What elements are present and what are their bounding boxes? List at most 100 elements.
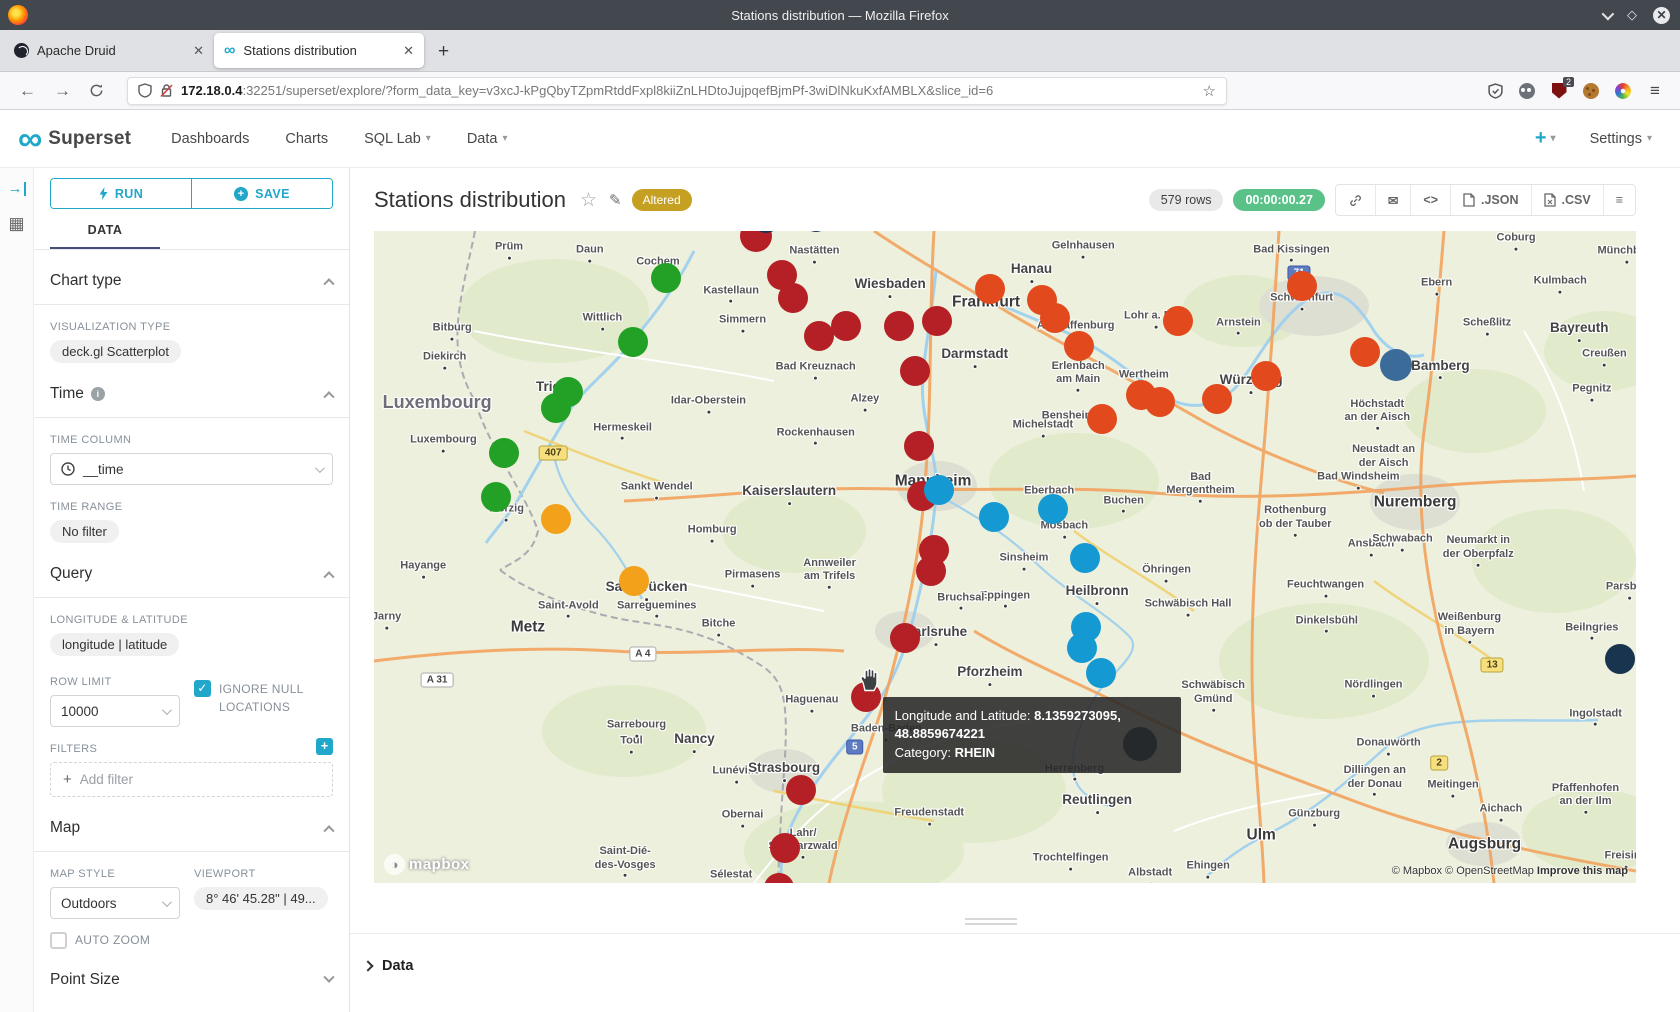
map-data-point-red[interactable] (778, 283, 808, 313)
lonlat-value[interactable]: longitude | latitude (50, 633, 179, 656)
bookmark-star-icon[interactable]: ☆ (1203, 82, 1216, 100)
panel-resize-handle[interactable] (965, 918, 1017, 928)
embed-code-button[interactable]: <> (1411, 185, 1451, 215)
map-data-point-navy[interactable] (1605, 644, 1635, 674)
deckgl-map[interactable]: PrümDaunCochemNastättenKastellaunWiesbad… (374, 231, 1636, 883)
more-options-button[interactable]: ≡ (1604, 185, 1635, 215)
back-button[interactable]: ← (19, 81, 36, 101)
pinwheel-extension-icon[interactable] (1614, 82, 1632, 100)
save-button[interactable]: + SAVE (192, 179, 332, 208)
auto-zoom-checkbox[interactable] (50, 932, 67, 949)
map-data-point-red[interactable] (804, 321, 834, 351)
window-maximize-icon[interactable]: ◇ (1627, 7, 1637, 23)
map-data-point-red[interactable] (890, 623, 920, 653)
map-data-point-orange[interactable] (619, 566, 649, 596)
reload-button[interactable] (89, 83, 104, 98)
row-limit-select[interactable]: 10000 (50, 695, 180, 727)
map-style-select[interactable]: Outdoors (50, 887, 180, 919)
email-share-button[interactable]: ✉ (1376, 185, 1411, 215)
map-data-point-cyan[interactable] (979, 502, 1009, 532)
viewport-value[interactable]: 8° 46' 45.28" | 49... (194, 887, 328, 910)
mapbox-attribution-link[interactable]: © Mapbox (1392, 865, 1445, 877)
export-json-button[interactable]: .JSON (1451, 185, 1532, 215)
new-chart-plus-button[interactable]: +▾ (1535, 127, 1556, 150)
tab-apache-druid[interactable]: Apache Druid ✕ (4, 33, 214, 68)
window-minimize-icon[interactable] (1602, 7, 1615, 20)
new-tab-button[interactable]: + (438, 41, 449, 63)
map-data-point-cyan[interactable] (1067, 633, 1097, 663)
map-data-point-orangered[interactable] (1163, 306, 1193, 336)
osm-attribution-link[interactable]: © OpenStreetMap (1445, 865, 1537, 877)
map-data-point-orangered[interactable] (1202, 384, 1232, 414)
window-close-icon[interactable]: ✕ (1653, 7, 1670, 24)
map-data-point-green[interactable] (541, 393, 571, 423)
map-data-point-orangered[interactable] (1064, 331, 1094, 361)
data-results-panel[interactable]: Data (350, 933, 1680, 1012)
map-data-point-cyan[interactable] (1038, 494, 1068, 524)
url-bar[interactable]: 172.18.0.4:32251/superset/explore/?form_… (127, 77, 1227, 105)
map-data-point-orange[interactable] (541, 504, 571, 534)
edit-properties-icon[interactable]: ✎ (609, 191, 622, 209)
nav-dashboards[interactable]: Dashboards (171, 131, 249, 147)
map-data-point-red[interactable] (770, 833, 800, 863)
map-data-point-green[interactable] (618, 327, 648, 357)
map-data-point-orangered[interactable] (1350, 337, 1380, 367)
map-data-point-green[interactable] (651, 263, 681, 293)
map-data-point-red[interactable] (831, 311, 861, 341)
mapbox-logo[interactable]: ◑ mapbox (384, 854, 470, 875)
map-data-point-cyan[interactable] (1086, 658, 1116, 688)
map-data-point-orangered[interactable] (975, 274, 1005, 304)
section-point-size[interactable]: Point Size (50, 971, 333, 1003)
map-data-point-red[interactable] (916, 556, 946, 586)
section-query[interactable]: Query (50, 565, 333, 597)
lock-insecure-icon[interactable] (160, 83, 173, 98)
map-data-point-red[interactable] (900, 356, 930, 386)
ignore-null-checkbox[interactable]: ✓ (194, 680, 211, 697)
map-data-point-red[interactable] (884, 311, 914, 341)
dataset-grid-icon[interactable]: ▦ (8, 214, 24, 234)
forward-button[interactable]: → (54, 81, 71, 101)
map-data-point-red[interactable] (786, 775, 816, 805)
copy-link-button[interactable] (1336, 185, 1376, 215)
section-map[interactable]: Map (50, 819, 333, 851)
map-data-point-orangered[interactable] (1287, 271, 1317, 301)
map-data-point-orangered[interactable] (1040, 303, 1070, 333)
nav-charts[interactable]: Charts (285, 131, 328, 147)
tab-close-icon[interactable]: ✕ (403, 43, 414, 59)
superset-logo[interactable]: ∞ Superset (18, 124, 131, 154)
menu-hamburger-icon[interactable]: ≡ (1646, 82, 1664, 100)
map-data-point-green[interactable] (481, 482, 511, 512)
add-filter-box[interactable]: + Add filter (50, 762, 333, 797)
map-data-point-red[interactable] (922, 306, 952, 336)
section-time[interactable]: Timei (50, 385, 333, 417)
tab-data[interactable]: DATA (50, 223, 160, 249)
add-filter-plus-button[interactable]: + (316, 738, 333, 755)
ublock-icon[interactable]: 2 (1550, 82, 1568, 100)
map-data-point-orangered[interactable] (1145, 387, 1175, 417)
improve-map-link[interactable]: Improve this map (1537, 865, 1628, 877)
privacy-mask-icon[interactable] (1518, 82, 1536, 100)
favorite-star-icon[interactable]: ☆ (580, 189, 597, 212)
viz-type-value[interactable]: deck.gl Scatterplot (50, 340, 181, 363)
map-data-point-cyan[interactable] (924, 475, 954, 505)
tab-stations-distribution[interactable]: ∞ Stations distribution ✕ (214, 33, 424, 68)
time-column-select[interactable]: __time (50, 453, 333, 485)
map-data-point-green[interactable] (489, 438, 519, 468)
cookie-extension-icon[interactable] (1582, 82, 1600, 100)
nav-sql-lab[interactable]: SQL Lab▾ (364, 131, 431, 147)
map-data-point-orangered[interactable] (1087, 404, 1117, 434)
pocket-shield-icon[interactable] (1486, 82, 1504, 100)
section-chart-type[interactable]: Chart type (50, 272, 333, 304)
shield-icon[interactable] (138, 83, 152, 98)
run-button[interactable]: RUN (51, 179, 192, 208)
map-data-point-orangered[interactable] (1251, 361, 1281, 391)
time-range-value[interactable]: No filter (50, 520, 119, 543)
collapse-datasource-icon[interactable]: → (8, 182, 26, 196)
altered-badge[interactable]: Altered (632, 189, 692, 211)
map-data-point-steel[interactable] (1380, 349, 1412, 381)
tab-close-icon[interactable]: ✕ (193, 43, 204, 59)
map-data-point-cyan[interactable] (1070, 543, 1100, 573)
map-data-point-red[interactable] (904, 431, 934, 461)
export-csv-button[interactable]: .CSV (1532, 185, 1604, 215)
nav-settings[interactable]: Settings▾ (1590, 131, 1652, 147)
